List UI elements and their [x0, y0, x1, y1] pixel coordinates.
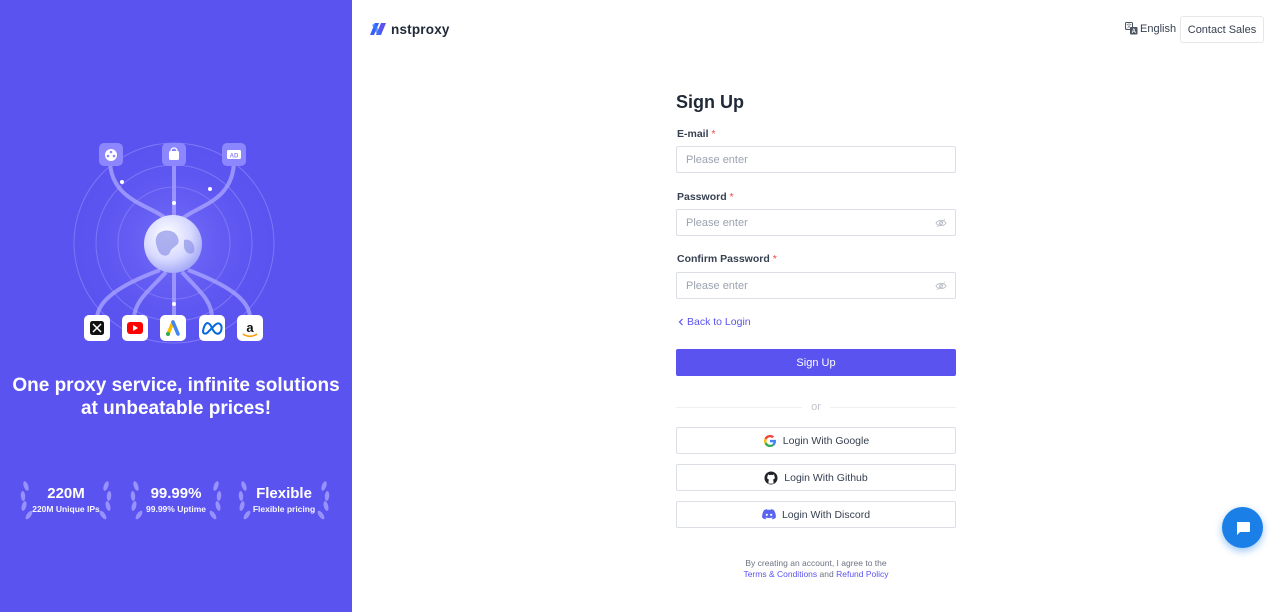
required-mark: * — [772, 253, 777, 265]
film-reel-icon — [99, 143, 123, 166]
password-field-wrapper — [676, 209, 956, 236]
discord-icon — [762, 509, 776, 520]
confirm-password-label-text: Confirm Password — [677, 253, 770, 265]
terms-prefix: By creating an account, I agree to the — [745, 558, 887, 568]
stat-unique-ips: 220M 220M Unique IPs — [16, 472, 116, 532]
tagline: One proxy service, infinite solutions at… — [0, 374, 352, 420]
svg-text:A: A — [1132, 29, 1137, 35]
brand-logo[interactable]: nstproxy — [369, 21, 450, 37]
stat-label: 220M Unique IPs — [32, 504, 100, 514]
email-field[interactable] — [677, 147, 917, 172]
login-discord-button[interactable]: Login With Discord — [676, 501, 956, 528]
google-ads-icon — [160, 315, 186, 341]
back-to-login-link[interactable]: Back to Login — [678, 316, 751, 328]
stat-pricing: Flexible Flexible pricing — [234, 472, 334, 532]
shopping-bag-icon — [162, 143, 186, 166]
email-label-text: E-mail — [677, 128, 709, 140]
stat-value: 99.99% — [150, 485, 202, 502]
back-to-login-label: Back to Login — [687, 316, 751, 328]
confirm-password-label: Confirm Password * — [677, 253, 777, 265]
sign-up-button[interactable]: Sign Up — [676, 349, 956, 376]
terms-notice: By creating an account, I agree to the T… — [676, 558, 956, 580]
password-field[interactable] — [677, 210, 917, 235]
stat-label: Flexible pricing — [252, 504, 316, 514]
stat-value: Flexible — [256, 485, 312, 502]
required-mark: * — [729, 191, 734, 203]
x-twitter-icon — [84, 315, 110, 341]
email-field-wrapper — [676, 146, 956, 173]
amazon-icon: a — [237, 315, 263, 341]
ad-icon: AD — [222, 143, 246, 166]
terms-and: and — [819, 569, 834, 579]
brand-name: nstproxy — [391, 21, 450, 37]
confirm-password-field[interactable] — [677, 273, 917, 298]
page-title: Sign Up — [676, 92, 744, 112]
eye-icon[interactable] — [935, 281, 947, 291]
translate-icon: 文 A — [1125, 22, 1138, 35]
password-label: Password * — [677, 191, 734, 203]
login-google-button[interactable]: Login With Google — [676, 427, 956, 454]
contact-sales-button[interactable]: Contact Sales — [1180, 16, 1264, 43]
svg-text:AD: AD — [230, 154, 239, 160]
language-label: English — [1140, 22, 1177, 35]
stats-row: 220M 220M Unique IPs 99.99% 99.99% Uptim… — [16, 472, 336, 532]
chat-bubble-icon — [1236, 521, 1250, 535]
divider-text: or — [811, 401, 821, 413]
or-divider: or — [676, 401, 956, 415]
chevron-left-icon — [678, 318, 683, 326]
refund-policy-link[interactable]: Refund Policy — [836, 569, 888, 579]
network-illustration: AD a — [69, 138, 279, 348]
youtube-icon — [122, 315, 148, 341]
tagline-line-1: One proxy service, infinite solutions — [12, 375, 340, 396]
stat-uptime: 99.99% 99.99% Uptime — [126, 472, 226, 532]
google-icon — [763, 434, 776, 447]
chat-widget-button[interactable] — [1222, 507, 1263, 548]
login-github-label: Login With Github — [784, 471, 868, 484]
eye-icon[interactable] — [935, 218, 947, 228]
github-icon — [764, 471, 778, 484]
stat-value: 220M — [47, 485, 85, 502]
login-google-label: Login With Google — [782, 434, 870, 447]
nstproxy-logo-icon — [370, 23, 386, 35]
required-mark: * — [711, 128, 716, 140]
login-github-button[interactable]: Login With Github — [676, 464, 956, 491]
confirm-password-field-wrapper — [676, 272, 956, 299]
language-selector[interactable]: 文 A English — [1125, 22, 1176, 35]
stat-label: 99.99% Uptime — [146, 504, 206, 514]
terms-conditions-link[interactable]: Terms & Conditions — [743, 569, 817, 579]
password-label-text: Password — [677, 191, 727, 203]
promo-panel: AD a One proxy service, infinite solutio… — [0, 0, 352, 612]
tagline-line-2: at unbeatable prices! — [80, 398, 272, 419]
login-discord-label: Login With Discord — [781, 508, 871, 521]
signup-form: Sign Up E-mail * Password * Confirm Pass… — [676, 92, 956, 579]
email-label: E-mail * — [677, 128, 716, 140]
svg-text:a: a — [246, 320, 254, 335]
meta-icon — [199, 315, 225, 341]
